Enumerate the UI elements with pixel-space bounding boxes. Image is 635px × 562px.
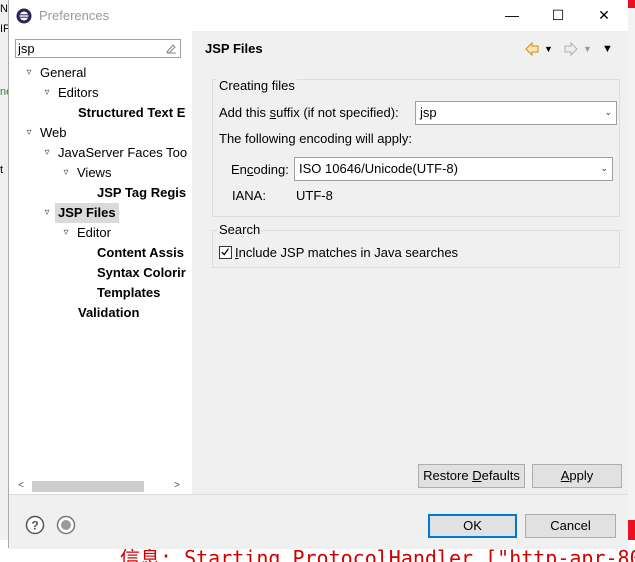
title-bar[interactable]: Preferences — ☐ ✕ — [9, 0, 628, 31]
include-jsp-checkbox[interactable] — [219, 246, 232, 259]
iana-value: UTF-8 — [296, 188, 333, 203]
checkmark-icon — [221, 248, 229, 256]
encoding-intro: The following encoding will apply: — [219, 131, 412, 146]
background-fragment: N — [0, 3, 8, 15]
iana-label: IANA: — [232, 188, 266, 203]
suffix-label: Add this suffix (if not specified): — [219, 105, 399, 120]
tree-horizontal-scrollbar[interactable]: < > — [14, 478, 184, 494]
svg-text:?: ? — [31, 519, 38, 533]
encoding-value: ISO 10646/Unicode(UTF-8) — [299, 161, 458, 176]
suffix-value: jsp — [420, 105, 437, 120]
scrollbar-thumb[interactable] — [32, 481, 144, 492]
cancel-button[interactable]: Cancel — [525, 514, 616, 538]
tree-item-content-assist[interactable]: Content Assis — [97, 243, 184, 263]
filter-field[interactable] — [15, 39, 181, 58]
include-jsp-label[interactable]: Include JSP matches in Java searches — [235, 245, 458, 260]
tree-item-label: JavaServer Faces Too — [58, 145, 188, 160]
background-red-marker — [627, 0, 635, 8]
open-oomph-icon[interactable] — [56, 515, 76, 535]
search-group-label: Search — [217, 222, 263, 237]
encoding-label: Encoding: — [231, 162, 289, 177]
window-title: Preferences — [39, 8, 110, 23]
ok-button[interactable]: OK — [428, 514, 517, 538]
expand-arrow-icon[interactable]: ▿ — [23, 123, 35, 143]
dialog-footer: ? OK Cancel — [9, 494, 628, 549]
maximize-button[interactable]: ☐ — [535, 0, 581, 31]
preference-tree-panel: ▿ General ▿ Editors Structured Text E ▿ … — [9, 31, 193, 494]
scroll-left-icon[interactable]: < — [14, 478, 28, 494]
creating-files-label: Creating files — [217, 78, 297, 93]
expand-arrow-icon[interactable]: ▿ — [23, 63, 35, 83]
tree-item-validation[interactable]: Validation — [78, 303, 139, 323]
background-left-strip: N IF ne t — [0, 0, 12, 562]
encoding-combo[interactable]: ISO 10646/Unicode(UTF-8) ⌄ — [294, 157, 613, 181]
background-red-marker — [627, 520, 635, 540]
background-fragment: t — [0, 164, 4, 176]
tree-item-label-selected: JSP Files — [55, 203, 119, 223]
chevron-down-icon[interactable]: ⌄ — [600, 163, 608, 174]
expand-arrow-icon[interactable]: ▿ — [60, 163, 72, 183]
expand-arrow-icon[interactable]: ▿ — [60, 223, 72, 243]
apply-button[interactable]: Apply — [532, 464, 622, 488]
suffix-combo[interactable]: jsp ⌄ — [415, 101, 617, 125]
tree-item-label: Editor — [77, 225, 111, 240]
tree-item-label: Web — [40, 125, 67, 140]
chevron-down-icon[interactable]: ⌄ — [604, 107, 612, 118]
eclipse-icon — [16, 8, 32, 24]
tree-item-label: Views — [77, 165, 112, 180]
scroll-right-icon[interactable]: > — [170, 478, 184, 494]
background-right-strip — [627, 0, 635, 562]
tree-item-label: Editors — [58, 85, 99, 100]
tree-item-templates[interactable]: Templates — [97, 283, 160, 303]
tree-item-syntax-coloring[interactable]: Syntax Colorir — [97, 263, 186, 283]
back-dropdown-icon[interactable]: ▼ — [544, 40, 553, 58]
forward-dropdown-icon[interactable]: ▼ — [583, 40, 592, 58]
creating-files-group — [212, 79, 620, 217]
preference-page: JSP Files ▼ ▼ ▼ Creating files Add this … — [195, 31, 628, 494]
expand-arrow-icon[interactable]: ▿ — [41, 83, 53, 103]
expand-arrow-icon[interactable]: ▿ — [41, 143, 53, 163]
expand-arrow-icon[interactable]: ▿ — [41, 203, 53, 223]
page-title: JSP Files — [205, 41, 263, 56]
preferences-dialog: Preferences — ☐ ✕ ▿ General ▿ Editors St… — [8, 0, 628, 549]
close-button[interactable]: ✕ — [581, 0, 627, 31]
forward-arrow-icon[interactable] — [563, 40, 579, 58]
view-menu-icon[interactable]: ▼ — [602, 40, 613, 58]
back-arrow-icon[interactable] — [524, 40, 540, 58]
help-icon[interactable]: ? — [25, 515, 45, 535]
tree-item-label: General — [40, 65, 87, 80]
filter-input[interactable] — [18, 40, 158, 57]
tree-item-jsp-tag-registry[interactable]: JSP Tag Regis — [97, 183, 186, 203]
restore-defaults-button[interactable]: Restore Defaults — [418, 464, 525, 488]
tree-item-structured-text-editors[interactable]: Structured Text E — [78, 103, 185, 123]
clear-filter-icon[interactable] — [165, 42, 177, 54]
minimize-button[interactable]: — — [489, 0, 535, 31]
